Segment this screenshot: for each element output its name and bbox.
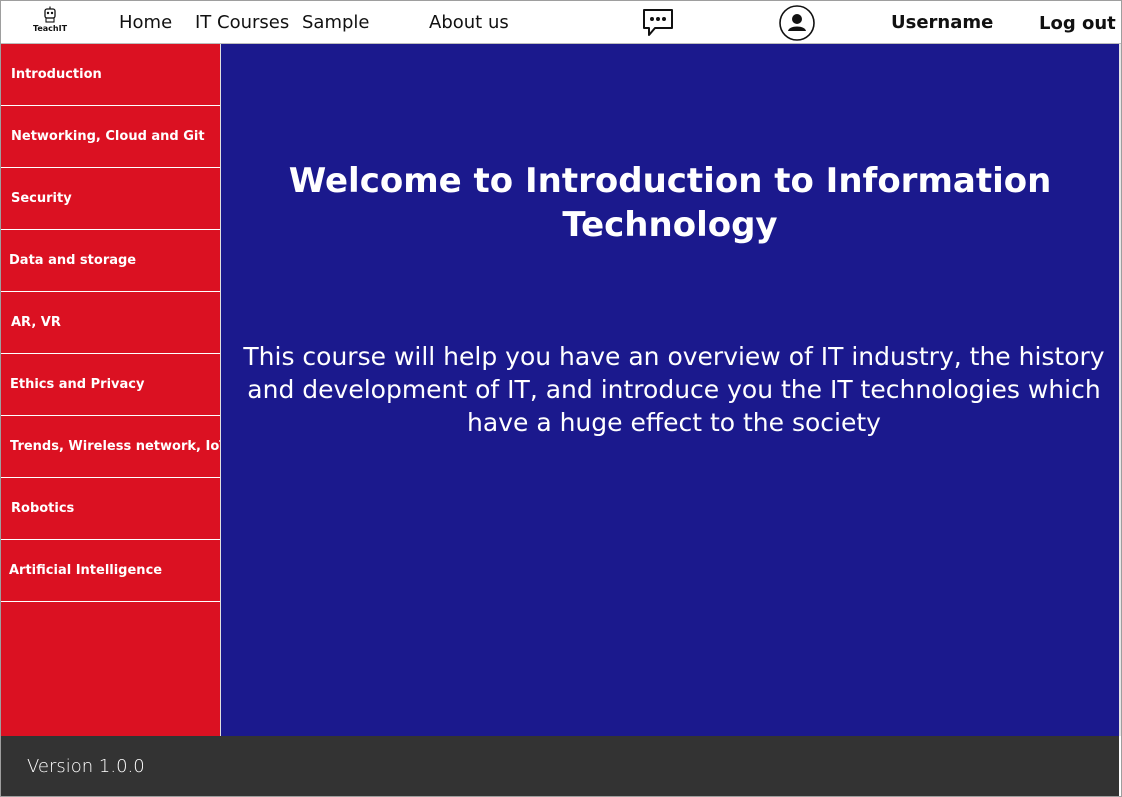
sidebar-item-robotics[interactable]: Robotics [1, 478, 220, 540]
robot-logo-icon [44, 6, 56, 23]
main-content: Welcome to Introduction to Information T… [221, 44, 1119, 736]
page-title: Welcome to Introduction to Information T… [288, 161, 1052, 245]
course-description: This course will help you have an overvi… [243, 342, 1105, 437]
nav-home[interactable]: Home [119, 12, 172, 33]
sidebar-item-security[interactable]: Security [1, 168, 220, 230]
sidebar-item-introduction[interactable]: Introduction [1, 44, 220, 106]
top-navbar: TeachIT Home IT Courses Sample About us … [1, 1, 1121, 44]
sidebar-item-artificial-intelligence[interactable]: Artificial Intelligence [1, 540, 220, 602]
user-avatar-icon[interactable] [779, 5, 815, 41]
teachit-logo[interactable]: TeachIT [27, 6, 73, 40]
footer: Version 1.0.0 [1, 736, 1119, 796]
sidebar-item-trends-wireless-iot[interactable]: Trends, Wireless network, IoT [1, 416, 220, 478]
nav-sample[interactable]: Sample [302, 12, 370, 33]
course-sidebar: Introduction Networking, Cloud and Git S… [1, 44, 221, 736]
sidebar-item-ar-vr[interactable]: AR, VR [1, 292, 220, 354]
chat-icon[interactable] [641, 7, 675, 39]
sidebar-item-networking-cloud-git[interactable]: Networking, Cloud and Git [1, 106, 220, 168]
logo-text: TeachIT [32, 24, 68, 33]
nav-it-courses[interactable]: IT Courses [195, 12, 289, 33]
username-label[interactable]: Username [891, 12, 993, 33]
version-label: Version 1.0.0 [27, 756, 145, 777]
sidebar-item-ethics-privacy[interactable]: Ethics and Privacy [1, 354, 220, 416]
logout-button[interactable]: Log out [1039, 13, 1116, 34]
nav-about-us[interactable]: About us [429, 12, 509, 33]
sidebar-item-data-storage[interactable]: Data and storage [1, 230, 220, 292]
app-window: TeachIT Home IT Courses Sample About us … [0, 0, 1122, 797]
